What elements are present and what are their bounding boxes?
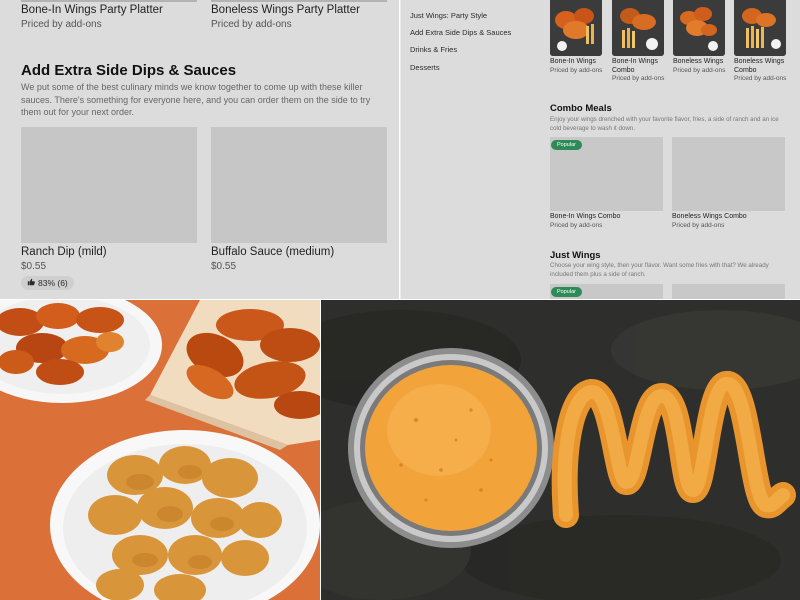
- section-description: Choose your wing style, then your flavor…: [550, 262, 769, 278]
- wings-photo: [0, 300, 320, 600]
- menu-item-price: Priced by add-ons: [21, 19, 102, 30]
- menu-item-name[interactable]: Bone-In Wings Combo: [550, 213, 620, 220]
- popular-badge: Popular: [551, 287, 582, 297]
- menu-item-name[interactable]: Bone-In Wings Party Platter: [21, 4, 163, 16]
- menu-item-thumbnail[interactable]: [550, 0, 602, 56]
- sauce-photo: [321, 300, 800, 600]
- menu-card-top-edge: [21, 0, 197, 2]
- menu-item-thumbnail[interactable]: [734, 0, 786, 56]
- menu-item-name[interactable]: Ranch Dip (mild): [21, 246, 107, 258]
- category-nav-item[interactable]: Desserts: [410, 63, 440, 72]
- category-nav-item[interactable]: Just Wings: Party Style: [410, 11, 487, 20]
- menu-item-price: $0.55: [211, 261, 237, 272]
- menu-section-left-panel: Bone-In Wings Party Platter Priced by ad…: [0, 0, 399, 299]
- thumbnail-name[interactable]: Bone-In Wings Combo: [612, 58, 667, 75]
- category-nav-item[interactable]: Drinks & Fries: [410, 45, 457, 54]
- menu-item-price: Priced by add-ons: [672, 222, 725, 229]
- menu-item-thumbnail[interactable]: [673, 0, 725, 56]
- section-title: Just Wings: [550, 250, 601, 261]
- thumbnail-name[interactable]: Boneless Wings: [673, 58, 728, 67]
- thumbnail-price: Priced by add-ons: [673, 67, 726, 74]
- rating-text: 83% (6): [38, 278, 68, 288]
- thumbnail-price: Priced by add-ons: [612, 75, 665, 82]
- category-nav-item[interactable]: Add Extra Side Dips & Sauces: [410, 28, 511, 37]
- thumbnail-price: Priced by add-ons: [550, 67, 603, 74]
- menu-item-name[interactable]: Buffalo Sauce (medium): [211, 246, 334, 258]
- menu-item-price: Priced by add-ons: [550, 222, 603, 229]
- rating-badge: 83% (6): [21, 276, 74, 290]
- menu-item-image[interactable]: [211, 127, 387, 243]
- section-title: Add Extra Side Dips & Sauces: [21, 62, 237, 79]
- menu-card-top-edge: [211, 0, 387, 2]
- menu-item-name[interactable]: Boneless Wings Party Platter: [211, 4, 360, 16]
- thumbnail-price: Priced by add-ons: [734, 75, 787, 82]
- thumbnail-name[interactable]: Boneless Wings Combo: [734, 58, 789, 75]
- thumbnail-name[interactable]: Bone-In Wings: [550, 58, 605, 67]
- menu-item-price: $0.55: [21, 261, 47, 272]
- thumbs-up-icon: [27, 276, 35, 290]
- menu-item-image[interactable]: [672, 137, 785, 211]
- section-description: We put some of the best culinary minds w…: [21, 82, 371, 117]
- menu-right-panel: Just Wings: Party Style Add Extra Side D…: [400, 0, 800, 299]
- section-description: Enjoy your wings drenched with your favo…: [550, 116, 779, 132]
- menu-item-name[interactable]: Boneless Wings Combo: [672, 213, 747, 220]
- menu-item-image[interactable]: [672, 284, 785, 299]
- menu-item-thumbnail[interactable]: [612, 0, 664, 56]
- menu-item-image[interactable]: [21, 127, 197, 243]
- menu-item-price: Priced by add-ons: [211, 19, 292, 30]
- section-title: Combo Meals: [550, 103, 612, 114]
- popular-badge: Popular: [551, 140, 582, 150]
